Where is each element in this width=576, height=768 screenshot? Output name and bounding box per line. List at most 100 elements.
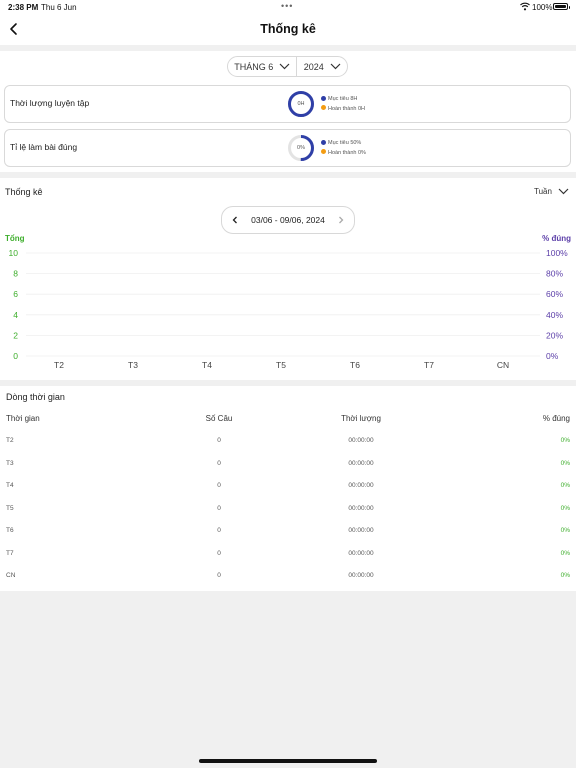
table-cell: 0% xyxy=(560,527,570,534)
column-header: Thời lượng xyxy=(341,414,381,423)
table-cell: T2 xyxy=(6,437,14,444)
right-tick-label: 0% xyxy=(546,351,559,361)
table-cell: T5 xyxy=(6,504,14,512)
table-cell: 0% xyxy=(560,459,570,467)
stat-legend: Mục tiêu 50% Hoàn thành 0% xyxy=(321,139,366,158)
x-tick-label: T7 xyxy=(424,360,434,370)
wifi-icon xyxy=(520,2,530,11)
nav-bar: Thống kê xyxy=(0,14,576,45)
table-cell: 0 xyxy=(217,459,221,467)
chevron-down-icon xyxy=(330,63,341,70)
table-cell: 0% xyxy=(560,549,570,557)
empty-area xyxy=(0,591,576,768)
left-tick-label: 4 xyxy=(13,310,18,320)
table-cell: T6 xyxy=(6,527,14,534)
x-tick-label: T5 xyxy=(276,360,286,370)
table-cell: 00:00:00 xyxy=(348,482,374,489)
table-cell: 0% xyxy=(560,437,570,444)
home-indicator xyxy=(199,759,377,763)
status-bar: 2:38 PM Thu 6 Jun ••• 100% xyxy=(0,0,576,14)
right-tick-label: 40% xyxy=(546,310,563,320)
multitasking-dots[interactable]: ••• xyxy=(281,1,293,11)
table-row: T2 0 00:00:00 0% xyxy=(0,437,576,447)
week-range: 03/06 - 09/06, 2024 xyxy=(251,215,325,225)
right-tick-label: 80% xyxy=(546,269,563,279)
table-cell: T3 xyxy=(6,459,14,467)
status-time: 2:38 PM xyxy=(8,3,39,12)
column-header: % đúng xyxy=(542,414,570,423)
practice-duration-card: Thời lượng luyện tập 0H Mục tiêu 8H Hoàn… xyxy=(4,85,571,123)
table-cell: 0 xyxy=(217,527,221,534)
table-cell: 00:00:00 xyxy=(348,437,374,444)
year-value: 2024 xyxy=(303,61,324,72)
x-tick-label: CN xyxy=(497,360,509,370)
x-tick-label: T2 xyxy=(54,360,64,370)
period-value: Tuần xyxy=(534,187,552,196)
left-tick-label: 6 xyxy=(13,289,18,299)
table-cell: 0 xyxy=(217,437,221,444)
page-title: Thống kê xyxy=(260,22,316,36)
x-tick-label: T3 xyxy=(128,360,138,370)
right-tick-label: 20% xyxy=(546,330,563,340)
month-select[interactable]: THÁNG 6 xyxy=(228,57,298,76)
chart-section-title: Thống kê xyxy=(5,187,43,197)
battery-icon xyxy=(553,3,570,10)
divider xyxy=(0,45,576,51)
table-row: T3 0 00:00:00 0% xyxy=(0,460,576,470)
target-text: Mục tiêu 50% xyxy=(328,140,362,146)
weekly-chart: 10 100% 8 80% 6 60% 4 40% 2 20% 0 0% T2 T3 T4 T5 T6 T7 CN xyxy=(9,248,569,370)
ring-value: 0H xyxy=(297,101,305,107)
table-cell: CN xyxy=(6,572,16,579)
table-cell: 00:00:00 xyxy=(348,459,374,467)
table-row: CN 0 00:00:00 0% xyxy=(0,572,576,582)
right-axis-title: % đúng xyxy=(542,234,571,243)
right-tick-label: 60% xyxy=(546,289,563,299)
table-cell: T4 xyxy=(6,482,14,489)
table-cell: 0% xyxy=(560,504,570,512)
table-cell: 0% xyxy=(560,572,570,579)
table-cell: 0% xyxy=(560,482,570,489)
table-cell: 0 xyxy=(217,572,221,579)
progress-ring: 0% xyxy=(287,134,315,162)
table-row: T5 0 00:00:00 0% xyxy=(0,505,576,515)
left-tick-label: 10 xyxy=(9,248,19,258)
table-row: T4 0 00:00:00 0% xyxy=(0,482,576,492)
month-value: THÁNG 6 xyxy=(234,61,274,72)
table-cell: 00:00:00 xyxy=(348,549,374,557)
table-row: T7 0 00:00:00 0% xyxy=(0,550,576,560)
status-date: Thu 6 Jun xyxy=(41,3,77,12)
period-select[interactable]: Tuần xyxy=(534,187,569,196)
battery-percent: 100% xyxy=(532,3,553,12)
done-dot xyxy=(321,105,326,110)
chevron-left-icon[interactable] xyxy=(230,215,240,225)
right-tick-label: 100% xyxy=(546,248,568,258)
table-cell: 00:00:00 xyxy=(348,572,374,579)
table-cell: 0 xyxy=(217,482,221,489)
week-navigator: 03/06 - 09/06, 2024 xyxy=(221,206,355,234)
year-select[interactable]: 2024 xyxy=(297,57,347,76)
chevron-down-icon xyxy=(279,63,290,70)
stat-label: Tỉ lệ làm bài đúng xyxy=(10,142,78,152)
ring-value: 0% xyxy=(297,145,305,151)
column-header: Thời gian xyxy=(6,414,40,423)
target-dot xyxy=(321,95,326,101)
table-header: Thời gian Số Câu Thời lượng % đúng xyxy=(0,414,576,424)
divider xyxy=(0,380,576,386)
correct-rate-card: Tỉ lệ làm bài đúng 0% Mục tiêu 50% Hoàn … xyxy=(4,129,571,167)
table-cell: T7 xyxy=(6,549,14,557)
table-cell: 0 xyxy=(217,504,221,512)
x-tick-label: T6 xyxy=(350,360,360,370)
target-dot xyxy=(321,139,326,145)
done-dot xyxy=(321,149,326,154)
table-cell: 00:00:00 xyxy=(348,504,374,512)
stat-legend: Mục tiêu 8H Hoàn thành 0H xyxy=(321,95,365,114)
progress-ring: 0H xyxy=(287,90,315,118)
chevron-down-icon xyxy=(558,188,569,195)
table-cell: 0 xyxy=(217,549,221,557)
divider xyxy=(0,172,576,178)
table-row: T6 0 00:00:00 0% xyxy=(0,527,576,537)
left-tick-label: 8 xyxy=(13,269,18,279)
table-cell: 00:00:00 xyxy=(348,527,374,534)
column-header: Số Câu xyxy=(205,414,233,423)
chevron-right-icon[interactable] xyxy=(336,215,346,225)
